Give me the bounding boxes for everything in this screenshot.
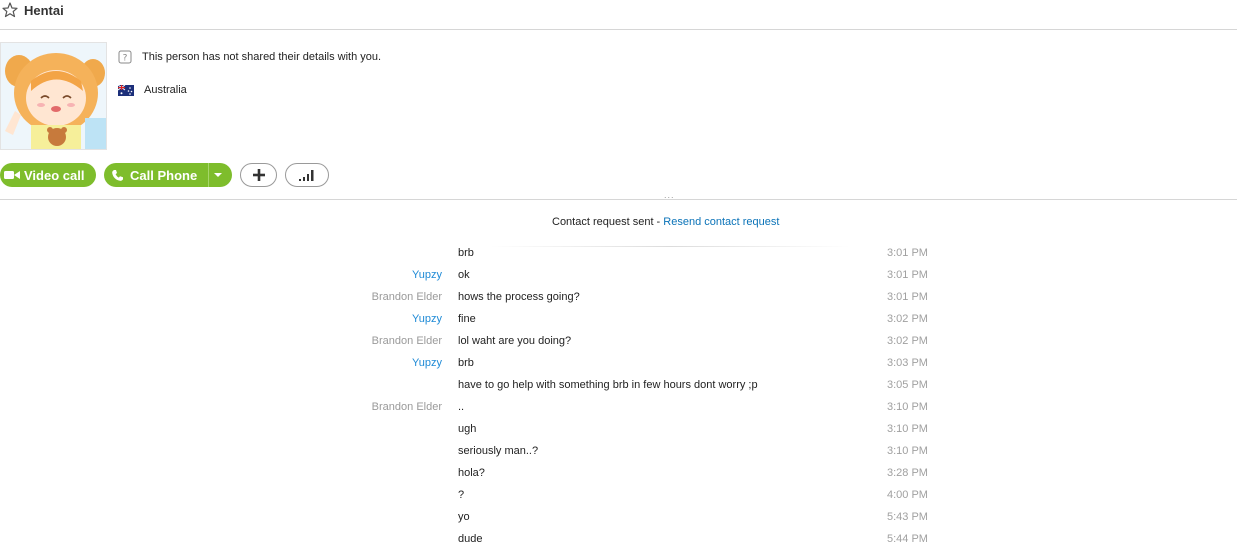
message-time: 3:05 PM: [887, 379, 928, 391]
message-row: hola? 3:28 PM: [0, 462, 1237, 484]
video-camera-icon: [4, 171, 20, 179]
message-sender[interactable]: Yupzy: [412, 313, 442, 325]
details-row: ? This person has not shared their detai…: [118, 50, 381, 64]
message-row: yo 5:43 PM: [0, 506, 1237, 528]
message-row: brb 3:01 PM: [0, 242, 1237, 264]
call-phone-button[interactable]: Call Phone: [104, 163, 232, 187]
message-row: Yupzy ok 3:01 PM: [0, 264, 1237, 286]
message-time: 3:02 PM: [887, 335, 928, 347]
message-text: seriously man..?: [458, 445, 539, 457]
message-text: ..: [458, 401, 465, 413]
message-row: ? 4:00 PM: [0, 484, 1237, 506]
star-outline-icon[interactable]: [1, 1, 19, 19]
details-text: This person has not shared their details…: [142, 51, 382, 63]
message-time: 3:01 PM: [887, 247, 928, 259]
message-row: Yupzy brb 3:03 PM: [0, 352, 1237, 374]
message-text: hola?: [458, 467, 485, 479]
resend-contact-request-link[interactable]: Resend contact request: [663, 216, 779, 228]
signal-bars-icon: [299, 170, 314, 181]
message-text: ugh: [458, 423, 477, 435]
svg-text:?: ?: [123, 54, 128, 64]
message-sender[interactable]: Yupzy: [412, 357, 442, 369]
message-row: Brandon Elder .. 3:10 PM: [0, 396, 1237, 418]
message-row: Yupzy fine 3:02 PM: [0, 308, 1237, 330]
message-text: fine: [458, 313, 476, 325]
message-text: dude: [458, 533, 483, 545]
message-row: Brandon Elder hows the process going? 3:…: [0, 286, 1237, 308]
conversation-header: Hentai: [0, 0, 1237, 30]
message-text: ?: [458, 489, 465, 501]
plus-icon: [252, 169, 265, 181]
message-time: 4:00 PM: [887, 489, 928, 501]
message-time: 3:02 PM: [887, 313, 928, 325]
message-time: 3:01 PM: [887, 269, 928, 281]
message-row: ugh 3:10 PM: [0, 418, 1237, 440]
country-row: Australia: [118, 84, 187, 96]
message-time: 3:10 PM: [887, 445, 928, 457]
message-text: have to go help with something brb in fe…: [458, 379, 758, 391]
call-quality-button[interactable]: [285, 163, 329, 187]
add-people-button[interactable]: [240, 163, 277, 187]
contact-avatar[interactable]: [0, 42, 107, 150]
message-sender[interactable]: Brandon Elder: [372, 401, 442, 413]
header-divider: [0, 199, 1237, 200]
message-time: 3:03 PM: [887, 357, 928, 369]
message-time: 3:10 PM: [887, 401, 928, 413]
message-sender[interactable]: Yupzy: [412, 269, 442, 281]
message-sender[interactable]: Brandon Elder: [372, 291, 442, 303]
message-text: lol waht are you doing?: [458, 335, 572, 347]
question-card-icon: ?: [118, 50, 132, 64]
call-split-divider: [208, 163, 209, 187]
message-time: 5:44 PM: [887, 533, 928, 545]
message-text: brb: [458, 357, 474, 369]
message-time: 3:10 PM: [887, 423, 928, 435]
message-sender[interactable]: Brandon Elder: [372, 335, 442, 347]
message-time: 3:28 PM: [887, 467, 928, 479]
message-text: yo: [458, 511, 470, 523]
message-text: ok: [458, 269, 470, 281]
message-row: dude 5:44 PM: [0, 528, 1237, 550]
australia-flag-icon: [118, 84, 134, 96]
contact-request-text: Contact request sent -: [552, 216, 664, 228]
contact-name-title: Hentai: [24, 3, 64, 18]
country-text: Australia: [144, 84, 187, 96]
message-row: seriously man..? 3:10 PM: [0, 440, 1237, 462]
message-text: brb: [458, 247, 474, 259]
contact-request-notice: Contact request sent - Resend contact re…: [552, 216, 779, 228]
message-text: hows the process going?: [458, 291, 580, 303]
message-list: brb 3:01 PM Yupzy ok 3:01 PM Brandon Eld…: [0, 242, 1237, 550]
video-call-label: Video call: [24, 167, 85, 183]
call-phone-label: Call Phone: [130, 167, 198, 183]
chevron-down-icon[interactable]: [214, 173, 222, 177]
message-time: 5:43 PM: [887, 511, 928, 523]
video-call-button[interactable]: Video call: [0, 163, 96, 187]
message-time: 3:01 PM: [887, 291, 928, 303]
message-row: have to go help with something brb in fe…: [0, 374, 1237, 396]
resize-handle[interactable]: ...: [664, 191, 675, 200]
message-row: Brandon Elder lol waht are you doing? 3:…: [0, 330, 1237, 352]
phone-icon: [112, 169, 123, 181]
